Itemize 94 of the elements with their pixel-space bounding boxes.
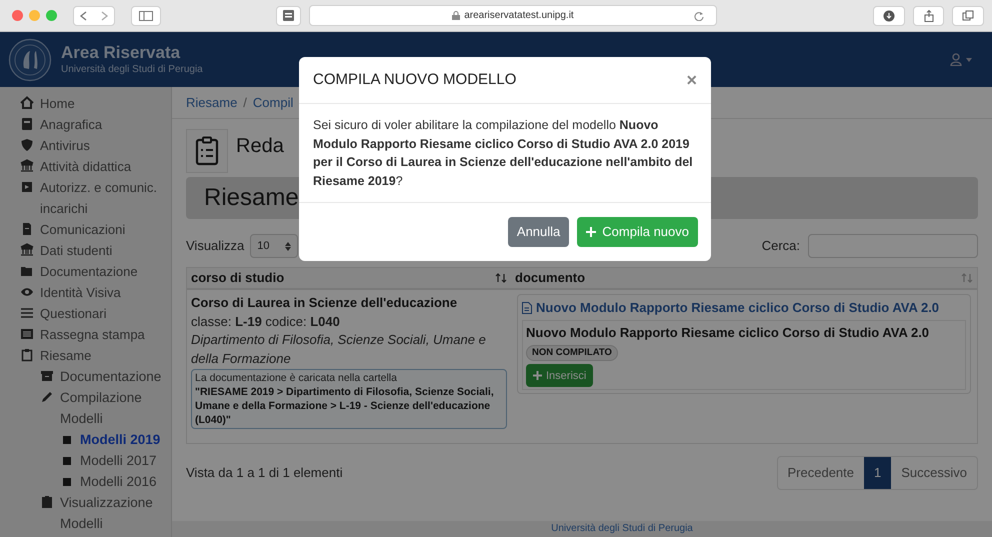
course-class: classe: L-19 codice: L040 [191,312,341,330]
home-icon [20,96,34,110]
breadcrumb-link[interactable]: Compil [252,92,294,112]
caret-icon [966,58,972,62]
page-size-select[interactable]: 10 [250,234,298,258]
sidebar-item[interactable]: Compilazione Modelli [60,387,167,429]
archive-icon [40,369,54,383]
sidebar-item[interactable]: Rassegna stampa [40,324,145,345]
modal-message: Sei sicuro di voler abilitare la compilazione del modello Nuovo Modulo Rapporto Riesame ciclico Corso di Studio AVA 2.0 2019 per il Corso di Laurea in Scienze dell'educazione nell'ambito del Riesame 2019? [313,117,694,190]
pagination-button[interactable]: Successivo [891,457,977,489]
play-square-icon [20,180,34,194]
reload-icon[interactable] [694,10,704,20]
toolbar-button[interactable] [873,6,905,26]
file-icon [20,222,34,236]
window-control-icon[interactable] [46,10,57,21]
sidebar-item[interactable]: Modelli 2016 [80,471,157,492]
table-summary: Vista da 1 a 1 di 1 elementi [186,464,343,482]
download-icon [882,10,895,22]
sidebar-item[interactable]: Modelli 2019 [80,429,160,450]
sidebar-item[interactable]: Visualizzazione Modelli [60,492,167,534]
bank-icon [20,159,34,173]
document-link[interactable]: Nuovo Modulo Rapporto Riesame ciclico Corso di Studio AVA 2.0 [522,298,940,318]
tabs-icon [962,10,974,22]
plus-icon [586,227,596,237]
sidebar-item[interactable]: Home [40,93,75,114]
sort-arrows-icon [961,273,973,283]
select-arrows-icon [285,242,292,250]
id-card-icon [20,117,34,131]
sidebar-item[interactable]: Antivirus [40,135,90,156]
sidebar-item[interactable]: Documentazione [40,261,138,282]
column-header-label: documento [515,269,586,288]
show-entries-label: Visualizza [186,237,244,256]
sidebar-item[interactable]: Anagrafica [40,114,102,135]
user-menu-button[interactable] [950,53,972,66]
sidebar-item[interactable]: Dati studenti [40,240,112,261]
user-icon [950,53,962,66]
folder-note-path: "RIESAME 2019 > Dipartimento di Filosofia, Scienze Sociali, Umane e della Formazione > L-19 - Scienze dell'educazione (L040)" [195,385,495,427]
address-bar[interactable]: areariservatatest.unipg.it [309,5,717,26]
folder-icon [20,264,34,278]
pagination-button[interactable]: 1 [864,457,892,489]
sidebar-item[interactable]: Identità Visiva [40,282,121,303]
clipboard-icon [40,495,54,509]
list-icon [20,306,34,320]
cancel-button[interactable]: Annulla [508,217,570,247]
nav-buttons[interactable] [73,6,115,26]
section-title: Riesame [204,183,299,213]
department-name: Dipartimento di Filosofia, Scienze Sociali, Umane e della Formazione [191,331,487,368]
sidebar-toggle-button[interactable] [131,6,161,26]
reader-button[interactable] [276,6,302,26]
search-label: Cerca: [762,237,800,256]
sidebar-item[interactable]: Autorizz. e comunic. incarichi [40,177,167,219]
clipboard-icon [20,348,34,362]
sidebar-item[interactable]: Riesame [40,345,92,366]
column-header-label: corso di studio [191,269,284,288]
search-field[interactable] [808,234,978,258]
shield-icon [20,138,34,152]
toolbar-button[interactable] [952,6,984,26]
pagination-button[interactable]: Precedente [778,457,864,489]
folder-note-intro: La documentazione è caricata nella cartella [195,371,398,385]
pencil-icon [40,390,54,404]
footer-link[interactable]: Università degli Studi di Perugia [551,521,693,537]
bank-icon [20,243,34,257]
share-icon [922,10,935,22]
column-header[interactable]: corso di studio [187,268,511,288]
sidebar-item[interactable]: Attività didattica [40,156,132,177]
document-title: Nuovo Modulo Rapporto Riesame ciclico Corso di Studio AVA 2.0 [526,324,930,342]
status-badge: NON COMPILATO [526,345,618,362]
sidebar-item[interactable]: Documentazione [60,366,162,387]
modal-title: COMPILA NUOVO MODELLO [313,70,516,90]
sidebar-item[interactable]: Modelli 2017 [80,450,157,471]
site-title: Area Riservata [61,42,182,62]
university-seal-icon [8,38,52,82]
window-control-icon[interactable] [12,10,23,21]
close-button[interactable]: × [686,66,697,94]
toolbar-button[interactable] [912,6,944,26]
site-subtitle: Università degli Studi di Perugia [61,62,203,76]
sidebar-icon [138,10,153,20]
breadcrumb-link[interactable]: Riesame [186,92,238,112]
sort-arrows-icon [495,273,507,283]
insert-button[interactable]: Inserisci [526,364,594,388]
column-header[interactable]: documento [511,268,977,288]
lock-icon [452,11,460,20]
clipboard-list-icon [195,136,219,166]
sidebar-item[interactable]: Comunicazioni [40,219,126,240]
breadcrumb-separator: / [243,94,247,112]
compile-new-button[interactable]: Compila nuovo [577,217,698,247]
page-heading: Reda [236,134,284,159]
plus-icon [533,371,542,380]
file-icon [522,302,532,314]
reader-icon [282,10,294,21]
sidebar-item[interactable]: Questionari [40,303,106,324]
url-text: areariservatatest.unipg.it [464,9,574,23]
course-name: Corso di Laurea in Scienze dell'educazione [191,294,458,312]
newspaper-icon [20,327,34,341]
